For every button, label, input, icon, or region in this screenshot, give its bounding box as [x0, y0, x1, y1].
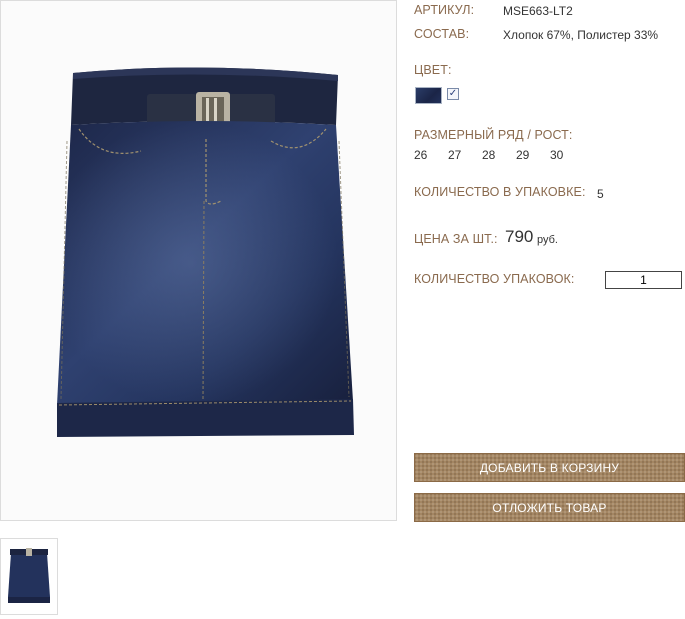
packs-quantity-input[interactable] — [605, 271, 682, 289]
product-thumbnail[interactable] — [0, 538, 58, 615]
defer-item-button[interactable]: ОТЛОЖИТЬ ТОВАР — [414, 493, 685, 522]
size-item: 28 — [482, 148, 496, 162]
composition-value: Хлопок 67%, Полистер 33% — [503, 28, 659, 42]
denim-skirt-photo — [57, 67, 354, 437]
packs-label: КОЛИЧЕСТВО УПАКОВОК: — [414, 272, 575, 286]
size-item: 27 — [448, 148, 462, 162]
size-item: 30 — [550, 148, 564, 162]
size-item: 29 — [516, 148, 530, 162]
composition-label: СОСТАВ: — [414, 27, 470, 41]
price-value: 790 — [505, 227, 534, 246]
color-checkbox[interactable]: ✓ — [447, 88, 459, 100]
article-label: АРТИКУЛ: — [414, 3, 475, 17]
color-label: ЦВЕТ: — [414, 63, 452, 77]
pack-quantity-value: 5 — [597, 187, 604, 201]
color-swatch[interactable] — [415, 87, 442, 104]
product-main-image[interactable] — [0, 0, 397, 521]
size-item: 26 — [414, 148, 428, 162]
price-currency: руб. — [537, 234, 558, 246]
pack-quantity-label: КОЛИЧЕСТВО В УПАКОВКЕ: — [414, 185, 586, 199]
add-to-cart-button[interactable]: ДОБАВИТЬ В КОРЗИНУ — [414, 453, 685, 482]
article-value: MSE663-LT2 — [503, 4, 573, 18]
sizes-label: РАЗМЕРНЫЙ РЯД / РОСТ: — [414, 128, 573, 142]
price-label: ЦЕНА ЗА ШТ.: — [414, 232, 498, 246]
denim-skirt-thumbnail — [8, 548, 50, 603]
